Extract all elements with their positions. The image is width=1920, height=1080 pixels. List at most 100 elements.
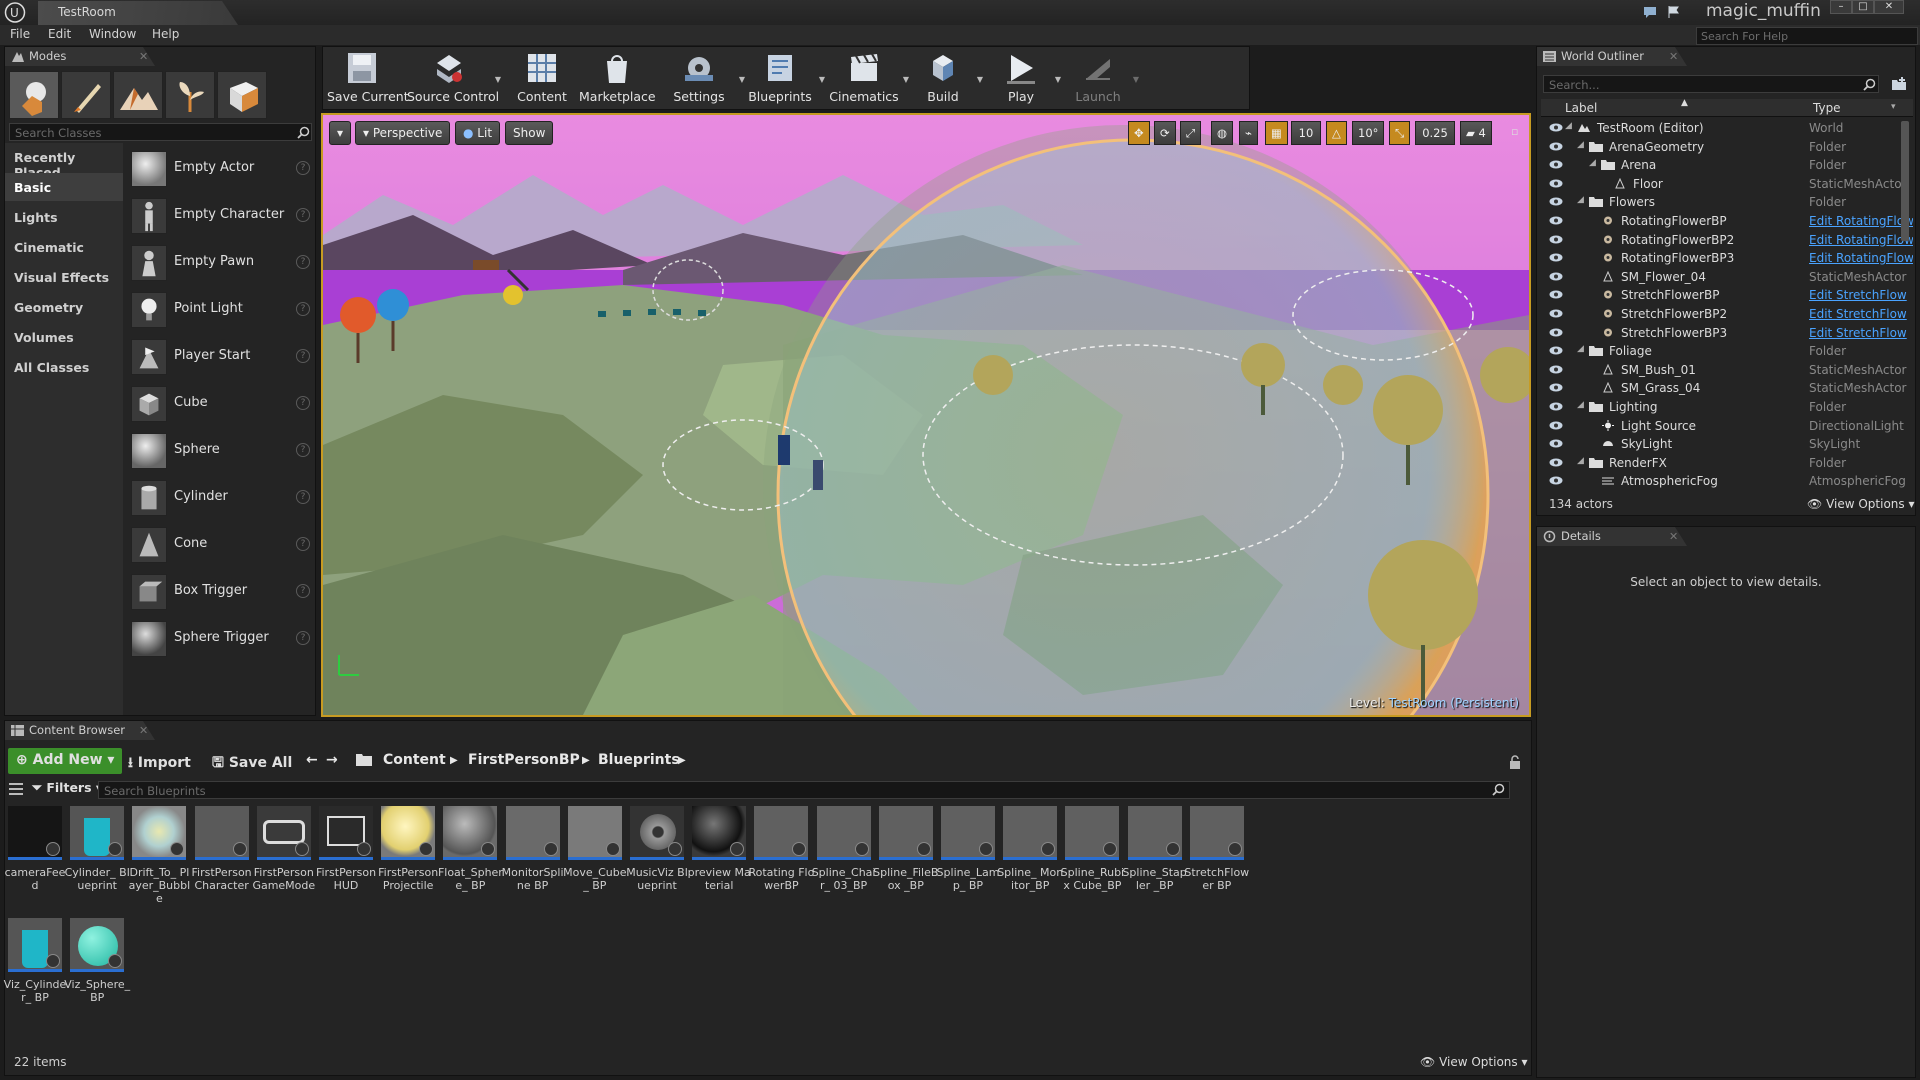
outliner-row[interactable]: StretchFlowerBP Edit StretchFlow [1541,286,1913,305]
outliner-row[interactable]: ◢ RenderFX Folder [1541,454,1913,473]
show-button[interactable]: Show [505,121,554,145]
asset-tile[interactable]: Viz_Sphere_ BP [64,918,130,1028]
visibility-eye-icon[interactable] [1549,328,1563,337]
source-control-button[interactable]: Source Control ▼ [407,47,501,109]
outliner-row[interactable]: ◢ ArenaGeometry Folder [1541,138,1913,157]
outliner-row[interactable]: SM_Grass_04 StaticMeshActor [1541,379,1913,398]
visibility-eye-icon[interactable] [1549,142,1563,151]
rotation-snap-value[interactable]: 10° [1352,121,1384,145]
visibility-eye-icon[interactable] [1549,290,1563,299]
help-icon[interactable]: ? [296,396,310,410]
asset-tile[interactable]: preview Material [688,806,751,916]
new-folder-icon[interactable] [1891,76,1907,92]
asset-tile[interactable]: Spline_FileBox _BP [873,806,938,916]
place-item-empty-pawn[interactable]: Empty Pawn? [129,241,315,285]
viewport-options-button[interactable]: ▾ [329,121,352,145]
category-cinematic[interactable]: Cinematic [5,233,123,261]
outliner-row[interactable]: StretchFlowerBP3 Edit StretchFlow [1541,324,1913,343]
lock-icon[interactable] [1509,755,1521,769]
category-basic[interactable]: Basic [5,173,123,201]
visibility-eye-icon[interactable] [1549,346,1563,355]
outliner-row[interactable]: SkyLight SkyLight [1541,435,1913,454]
asset-tile[interactable]: FirstPerson Character [192,806,252,916]
outliner-row[interactable]: Light Source DirectionalLight [1541,417,1913,436]
settings-button[interactable]: Settings ▼ [663,47,745,109]
visibility-eye-icon[interactable] [1549,383,1563,392]
outliner-row[interactable]: RotatingFlowerBP3 Edit RotatingFlow [1541,249,1913,268]
dropdown-arrow-icon[interactable]: ▼ [1133,75,1139,84]
help-icon[interactable]: ? [296,349,310,363]
place-item-box-trigger[interactable]: Box Trigger? [129,570,315,614]
outliner-row[interactable]: ◢ Foliage Folder [1541,342,1913,361]
outliner-row[interactable]: SM_Bush_01 StaticMeshActor [1541,361,1913,380]
help-search-input[interactable]: Search For Help [1696,27,1918,45]
menu-window[interactable]: Window [89,27,136,41]
asset-tile[interactable]: StretchFlower BP [1184,806,1249,916]
category-recently-placed[interactable]: Recently Placed [5,143,123,180]
search-classes-input[interactable]: Search Classes [9,123,312,141]
visibility-eye-icon[interactable] [1549,235,1563,244]
asset-tile[interactable]: Rotating FlowerBP [748,806,814,916]
landscape-mode-button[interactable] [113,71,163,119]
import-button[interactable]: ⭳ Import [120,748,199,774]
place-item-empty-character[interactable]: Empty Character? [129,194,315,238]
menu-file[interactable]: File [10,27,30,41]
help-icon[interactable]: ? [296,584,310,598]
visibility-eye-icon[interactable] [1549,309,1563,318]
help-icon[interactable]: ? [296,443,310,457]
asset-tile[interactable]: MonitorSpline BP [502,806,564,916]
outliner-row-type[interactable]: Edit StretchFlow [1809,288,1907,302]
label-column-header[interactable]: Label [1565,101,1597,115]
category-visual-effects[interactable]: Visual Effects [5,263,123,291]
content-view-options-button[interactable]: 👁︎ View Options ▾ [1420,1055,1528,1069]
paint-mode-button[interactable] [61,71,111,119]
world-outliner-tab[interactable]: World Outliner [1537,47,1687,66]
place-item-cylinder[interactable]: Cylinder? [129,476,315,520]
visibility-eye-icon[interactable] [1549,439,1563,448]
place-item-cone[interactable]: Cone? [129,523,315,567]
place-item-sphere[interactable]: Sphere? [129,429,315,473]
scale-snap-value[interactable]: 0.25 [1415,121,1455,145]
visibility-eye-icon[interactable] [1549,458,1563,467]
foliage-mode-button[interactable] [165,71,215,119]
details-close-icon[interactable]: ✕ [1669,530,1678,543]
outliner-row[interactable]: ◢ TestRoom (Editor) World [1541,119,1913,138]
outliner-row[interactable]: RotatingFlowerBP2 Edit RotatingFlow [1541,231,1913,250]
grid-snap-toggle[interactable]: ▦ [1265,121,1288,145]
place-item-point-light[interactable]: Point Light? [129,288,315,332]
outliner-row[interactable]: Floor StaticMeshActor [1541,175,1913,194]
asset-tile[interactable]: Move_Cube_ BP [563,806,627,916]
expand-arrow-icon[interactable]: ◢ [1577,195,1584,205]
help-icon[interactable]: ? [296,490,310,504]
scale-tool-button[interactable]: ⤢ [1180,121,1202,145]
place-mode-button[interactable] [9,71,59,119]
maximize-button[interactable]: □ [1852,0,1874,14]
expand-arrow-icon[interactable]: ◢ [1589,158,1596,168]
play-button[interactable]: Play ▼ [991,47,1061,109]
asset-tile[interactable]: FirstPerson HUD [316,806,376,916]
asset-tile[interactable]: Spline_Lamp_ BP [937,806,999,916]
lit-button[interactable]: ● Lit [455,121,501,145]
asset-tile[interactable]: Spline_Chair_ 03_BP [812,806,875,916]
perspective-button[interactable]: ▾ Perspective [355,121,451,145]
visibility-eye-icon[interactable] [1549,160,1563,169]
place-item-player-start[interactable]: Player Start? [129,335,315,379]
asset-tile[interactable]: FirstPerson GameMode [252,806,315,916]
history-back-icon[interactable]: ← [306,752,318,768]
minimize-button[interactable]: – [1830,0,1852,14]
outliner-row[interactable]: AtmosphericFog AtmosphericFog [1541,472,1913,491]
visibility-eye-icon[interactable] [1549,179,1563,188]
outliner-row-type[interactable]: Edit RotatingFlow [1809,251,1913,265]
outliner-row[interactable]: SM_Flower_04 StaticMeshActor [1541,268,1913,287]
asset-tile[interactable]: Viz_Cylinder_ BP [4,918,66,1028]
outliner-scrollbar[interactable] [1901,121,1909,241]
marketplace-button[interactable]: Marketplace [579,47,656,109]
help-icon[interactable]: ? [296,208,310,222]
content-button[interactable]: Content [511,47,573,109]
outliner-row-type[interactable]: Edit RotatingFlow [1809,233,1913,247]
scale-snap-toggle[interactable]: ⤡ [1389,121,1411,145]
outliner-row[interactable]: ◢ Flowers Folder [1541,193,1913,212]
expand-arrow-icon[interactable]: ◢ [1565,121,1572,131]
category-volumes[interactable]: Volumes [5,323,123,351]
blueprints-button[interactable]: Blueprints ▼ [745,47,825,109]
